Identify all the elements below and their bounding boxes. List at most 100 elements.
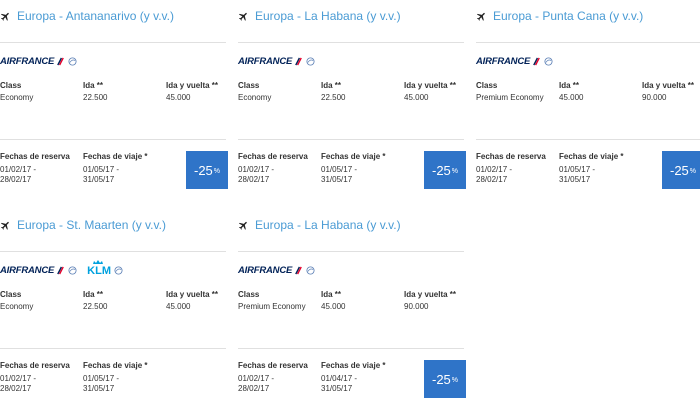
- skyteam-icon: [544, 56, 553, 66]
- skyteam-icon: [306, 265, 315, 275]
- airline-logos: AIRFRANCE: [238, 54, 315, 68]
- klm-crown-icon: [93, 260, 104, 264]
- ida-header: Ida **: [321, 81, 342, 90]
- viaje-header: Fechas de viaje *: [83, 152, 148, 161]
- discount-badge[interactable]: -25%: [662, 151, 700, 189]
- route-link[interactable]: Europa - Antananarivo (y v.v.): [0, 8, 174, 24]
- airplane-icon: [238, 221, 247, 230]
- ida-value: 22.500: [83, 302, 108, 311]
- route-title: Europa - Antananarivo (y v.v.): [17, 9, 174, 23]
- airfrance-stripe-icon: [57, 266, 65, 274]
- discount-value: -25: [193, 162, 213, 178]
- class-value: Economy: [0, 302, 34, 311]
- route-link[interactable]: Europa - St. Maarten (y v.v.): [0, 217, 166, 233]
- viaje-header: Fechas de viaje *: [559, 152, 624, 161]
- discount-badge[interactable]: -25%: [186, 151, 228, 189]
- reserva-header: Fechas de reserva: [238, 361, 308, 370]
- airfrance-logo: AIRFRANCE: [238, 55, 293, 67]
- divider: [476, 139, 700, 140]
- skyteam-icon: [68, 56, 77, 66]
- airplane-icon: [0, 221, 9, 230]
- airfrance-stripe-icon: [533, 57, 541, 65]
- discount-unit: %: [689, 168, 697, 175]
- airfrance-logo: AIRFRANCE: [0, 55, 55, 67]
- class-header: Class: [0, 290, 22, 299]
- discount-unit: %: [451, 168, 459, 175]
- route-title: Europa - La Habana (y v.v.): [255, 218, 401, 232]
- route-link[interactable]: Europa - La Habana (y v.v.): [238, 217, 401, 233]
- discount-badge[interactable]: -25%: [424, 151, 466, 189]
- viaje-to: 31/05/17: [321, 384, 353, 393]
- skyteam-icon: [68, 265, 77, 275]
- airfrance-logo: AIRFRANCE: [238, 264, 293, 276]
- ida-value: 45.000: [321, 302, 346, 311]
- class-value: Premium Economy: [238, 302, 306, 311]
- airfrance-stripe-icon: [295, 266, 303, 274]
- reserva-header: Fechas de reserva: [476, 152, 546, 161]
- divider: [0, 348, 226, 349]
- airline-logos: AIRFRANCE: [0, 54, 77, 68]
- route-title: Europa - La Habana (y v.v.): [255, 9, 401, 23]
- ida-vuelta-header: Ida y vuelta **: [404, 290, 457, 299]
- discount-badge[interactable]: -25%: [424, 360, 466, 398]
- reserva-to: 28/02/17: [0, 175, 32, 184]
- route-link[interactable]: Europa - La Habana (y v.v.): [238, 8, 401, 24]
- skyteam-icon: [114, 265, 123, 275]
- ida-vuelta-header: Ida y vuelta **: [642, 81, 695, 90]
- discount-value: -25: [431, 162, 451, 178]
- reserva-to: 28/02/17: [0, 384, 32, 393]
- viaje-to: 31/05/17: [83, 175, 115, 184]
- ida-value: 22.500: [321, 93, 346, 102]
- discount-value: -25: [669, 162, 689, 178]
- ida-vuelta-value: 90.000: [404, 302, 429, 311]
- divider: [476, 42, 700, 43]
- airline-logos: AIRFRANCE: [476, 54, 553, 68]
- ida-vuelta-value: 45.000: [166, 93, 191, 102]
- discount-value: -25: [431, 371, 451, 387]
- viaje-to: 31/05/17: [83, 384, 115, 393]
- airfrance-stripe-icon: [295, 57, 303, 65]
- airfrance-stripe-icon: [57, 57, 65, 65]
- airfrance-logo: AIRFRANCE: [476, 55, 531, 67]
- ida-vuelta-value: 90.000: [642, 93, 667, 102]
- airplane-icon: [476, 12, 485, 21]
- reserva-header: Fechas de reserva: [0, 152, 70, 161]
- ida-header: Ida **: [321, 290, 342, 299]
- divider: [238, 42, 464, 43]
- reserva-header: Fechas de reserva: [238, 152, 308, 161]
- class-header: Class: [238, 290, 260, 299]
- reserva-to: 28/02/17: [238, 175, 270, 184]
- viaje-to: 31/05/17: [321, 175, 353, 184]
- viaje-header: Fechas de viaje *: [321, 152, 386, 161]
- ida-value: 45.000: [559, 93, 584, 102]
- airplane-icon: [238, 12, 247, 21]
- airline-logos: AIRFRANCE: [238, 263, 315, 277]
- ida-vuelta-value: 45.000: [166, 302, 191, 311]
- reserva-to: 28/02/17: [476, 175, 508, 184]
- divider: [238, 251, 464, 252]
- airplane-icon: [0, 12, 9, 21]
- klm-wordmark: KLM: [87, 265, 111, 277]
- divider: [0, 139, 226, 140]
- divider: [0, 42, 226, 43]
- skyteam-icon: [306, 56, 315, 66]
- discount-unit: %: [213, 168, 221, 175]
- ida-vuelta-header: Ida y vuelta **: [404, 81, 457, 90]
- class-header: Class: [238, 81, 260, 90]
- discount-unit: %: [451, 377, 459, 384]
- route-title: Europa - St. Maarten (y v.v.): [17, 218, 166, 232]
- viaje-header: Fechas de viaje *: [321, 361, 386, 370]
- reserva-header: Fechas de reserva: [0, 361, 70, 370]
- ida-vuelta-header: Ida y vuelta **: [166, 81, 219, 90]
- viaje-to: 31/05/17: [559, 175, 591, 184]
- route-link[interactable]: Europa - Punta Cana (y v.v.): [476, 8, 643, 24]
- divider: [238, 348, 464, 349]
- route-title: Europa - Punta Cana (y v.v.): [493, 9, 644, 23]
- class-value: Premium Economy: [476, 93, 544, 102]
- divider: [0, 251, 226, 252]
- klm-logo: KLM: [87, 260, 111, 277]
- reserva-to: 28/02/17: [238, 384, 270, 393]
- class-header: Class: [0, 81, 22, 90]
- class-header: Class: [476, 81, 498, 90]
- class-value: Economy: [0, 93, 34, 102]
